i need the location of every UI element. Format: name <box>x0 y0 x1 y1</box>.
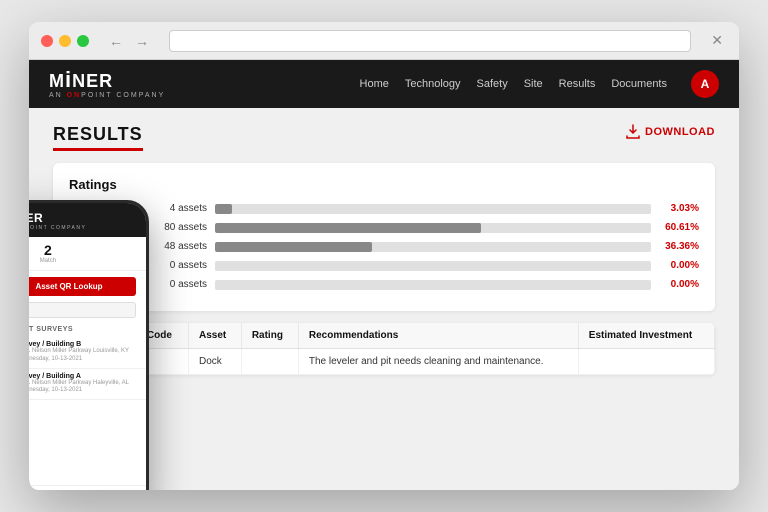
page-title: RESULTS <box>53 124 143 151</box>
count-2: 80 assets <box>147 222 207 233</box>
rating-row: ★ ★ ★ ★ ★ 80 assets 60.61% <box>69 221 699 234</box>
survey-name-1: Survey / Building B <box>29 341 136 348</box>
phone-top-nav: MiNER AN ONPOINT COMPANY <box>29 203 146 237</box>
ratings-card: Ratings ★ ★ ★ ★ ★ 4 assets 3.03% <box>53 163 715 311</box>
phone-survey-info-1: Survey / Building B 2301 Nelson Miller P… <box>29 341 136 364</box>
col-investment: Estimated Investment <box>578 323 714 349</box>
forward-button[interactable]: → <box>131 31 153 51</box>
phone-stats-row: 0 Complete 2 Match <box>29 237 146 271</box>
progress-bg-1 <box>215 204 651 214</box>
nav-technology[interactable]: Technology <box>405 78 461 90</box>
rating-row: ★ ★ ★ ★ ★ 48 assets 36.36% <box>69 240 699 253</box>
browser-chrome: ← → ✕ <box>29 22 739 60</box>
survey-name-2: Survey / Building A <box>29 373 136 380</box>
pct-3: 36.36% <box>659 241 699 252</box>
pct-2: 60.61% <box>659 222 699 233</box>
phone-recent-surveys-title: RECENT SURVEYS <box>29 324 146 337</box>
phone-screen: MiNER AN ONPOINT COMPANY 0 Complete 2 Ma… <box>29 203 146 490</box>
survey-addr-1: 2301 Nelson Miller Parkway Louisville, K… <box>29 348 136 364</box>
count-1: 4 assets <box>147 203 207 214</box>
download-icon <box>625 124 641 140</box>
progress-fill-1 <box>215 204 232 214</box>
progress-bg-2 <box>215 223 651 233</box>
nav-results[interactable]: Results <box>559 78 596 90</box>
phone-logo: MiNER <box>29 211 136 225</box>
nav-links: Home Technology Safety Site Results Docu… <box>360 70 719 98</box>
browser-window: ← → ✕ MiNER AN ONPOINT COMPANY Home Tech… <box>29 22 739 490</box>
rating-row: ★ ★ ★ ★ ★ 0 assets 0.00% <box>69 259 699 272</box>
browser-nav: ← → <box>105 31 153 51</box>
download-label: DOWNLOAD <box>645 126 715 138</box>
logo-subtitle: AN ONPOINT COMPANY <box>49 92 165 99</box>
pct-5: 0.00% <box>659 279 699 290</box>
nav-home[interactable]: Home <box>360 78 389 90</box>
phone-search-bar[interactable]: 🔍 <box>29 302 136 318</box>
progress-bg-3 <box>215 242 651 252</box>
nav-site[interactable]: Site <box>524 78 543 90</box>
logo-text: MiNER <box>49 69 165 91</box>
logo-m: M <box>49 71 65 91</box>
survey-addr-2: 2301 Nelson Miller Parkway Haleyville, A… <box>29 380 136 396</box>
asset-qr-lookup-button[interactable]: Asset QR Lookup <box>29 277 136 296</box>
col-rating: Rating <box>241 323 298 349</box>
traffic-lights <box>41 35 89 47</box>
user-avatar[interactable]: A <box>691 70 719 98</box>
count-5: 0 assets <box>147 279 207 290</box>
cell-asset: Dock <box>188 349 241 375</box>
nav-documents[interactable]: Documents <box>611 78 667 90</box>
address-bar[interactable] <box>169 30 691 52</box>
download-button[interactable]: DOWNLOAD <box>625 124 715 140</box>
pct-4: 0.00% <box>659 260 699 271</box>
close-tab-button[interactable]: ✕ <box>707 30 727 51</box>
col-asset: Asset <box>188 323 241 349</box>
progress-bg-4 <box>215 261 651 271</box>
phone-survey-info-2: Survey / Building A 2301 Nelson Miller P… <box>29 373 136 396</box>
phone-survey-item-1[interactable]: 🏢 Survey / Building B 2301 Nelson Miller… <box>29 337 146 369</box>
logo-on: ON <box>67 92 82 99</box>
back-button[interactable]: ← <box>105 31 127 51</box>
progress-bg-5 <box>215 280 651 290</box>
count-3: 48 assets <box>147 241 207 252</box>
stat-match-number: 2 <box>40 243 56 257</box>
rating-row: ★ ★ ★ ★ ★ 4 assets 3.03% <box>69 202 699 215</box>
col-recommendations: Recommendations <box>298 323 578 349</box>
cell-rating <box>241 349 298 375</box>
table-row: Dock The leveler and pit needs cleaning … <box>53 349 715 375</box>
count-4: 0 assets <box>147 260 207 271</box>
stat-match-label: Match <box>40 258 56 264</box>
rating-row: ★ ★ ★ ★ ★ 0 assets 0.00% <box>69 278 699 291</box>
cell-recommendations: The leveler and pit needs cleaning and m… <box>298 349 578 375</box>
ratings-title: Ratings <box>69 177 699 192</box>
top-navbar: MiNER AN ONPOINT COMPANY Home Technology… <box>29 60 739 108</box>
progress-fill-2 <box>215 223 481 233</box>
progress-fill-3 <box>215 242 372 252</box>
close-button[interactable] <box>41 35 53 47</box>
phone-survey-item-2[interactable]: 🏢 Survey / Building A 2301 Nelson Miller… <box>29 369 146 401</box>
page-header: RESULTS DOWNLOAD <box>53 124 715 151</box>
phone-bottom-nav: ≡ ⚙ <box>29 485 146 490</box>
phone-logo-subtitle: AN ONPOINT COMPANY <box>29 225 136 231</box>
logo-area: MiNER AN ONPOINT COMPANY <box>49 69 165 99</box>
phone-overlay: MiNER AN ONPOINT COMPANY 0 Complete 2 Ma… <box>29 200 149 490</box>
phone-stat-match: 2 Match <box>40 243 56 264</box>
nav-safety[interactable]: Safety <box>477 78 508 90</box>
results-table: Position QR Code Asset Rating Recommenda… <box>53 323 715 375</box>
logo-i: i <box>65 67 72 92</box>
maximize-button[interactable] <box>77 35 89 47</box>
pct-1: 3.03% <box>659 203 699 214</box>
minimize-button[interactable] <box>59 35 71 47</box>
cell-investment <box>578 349 714 375</box>
